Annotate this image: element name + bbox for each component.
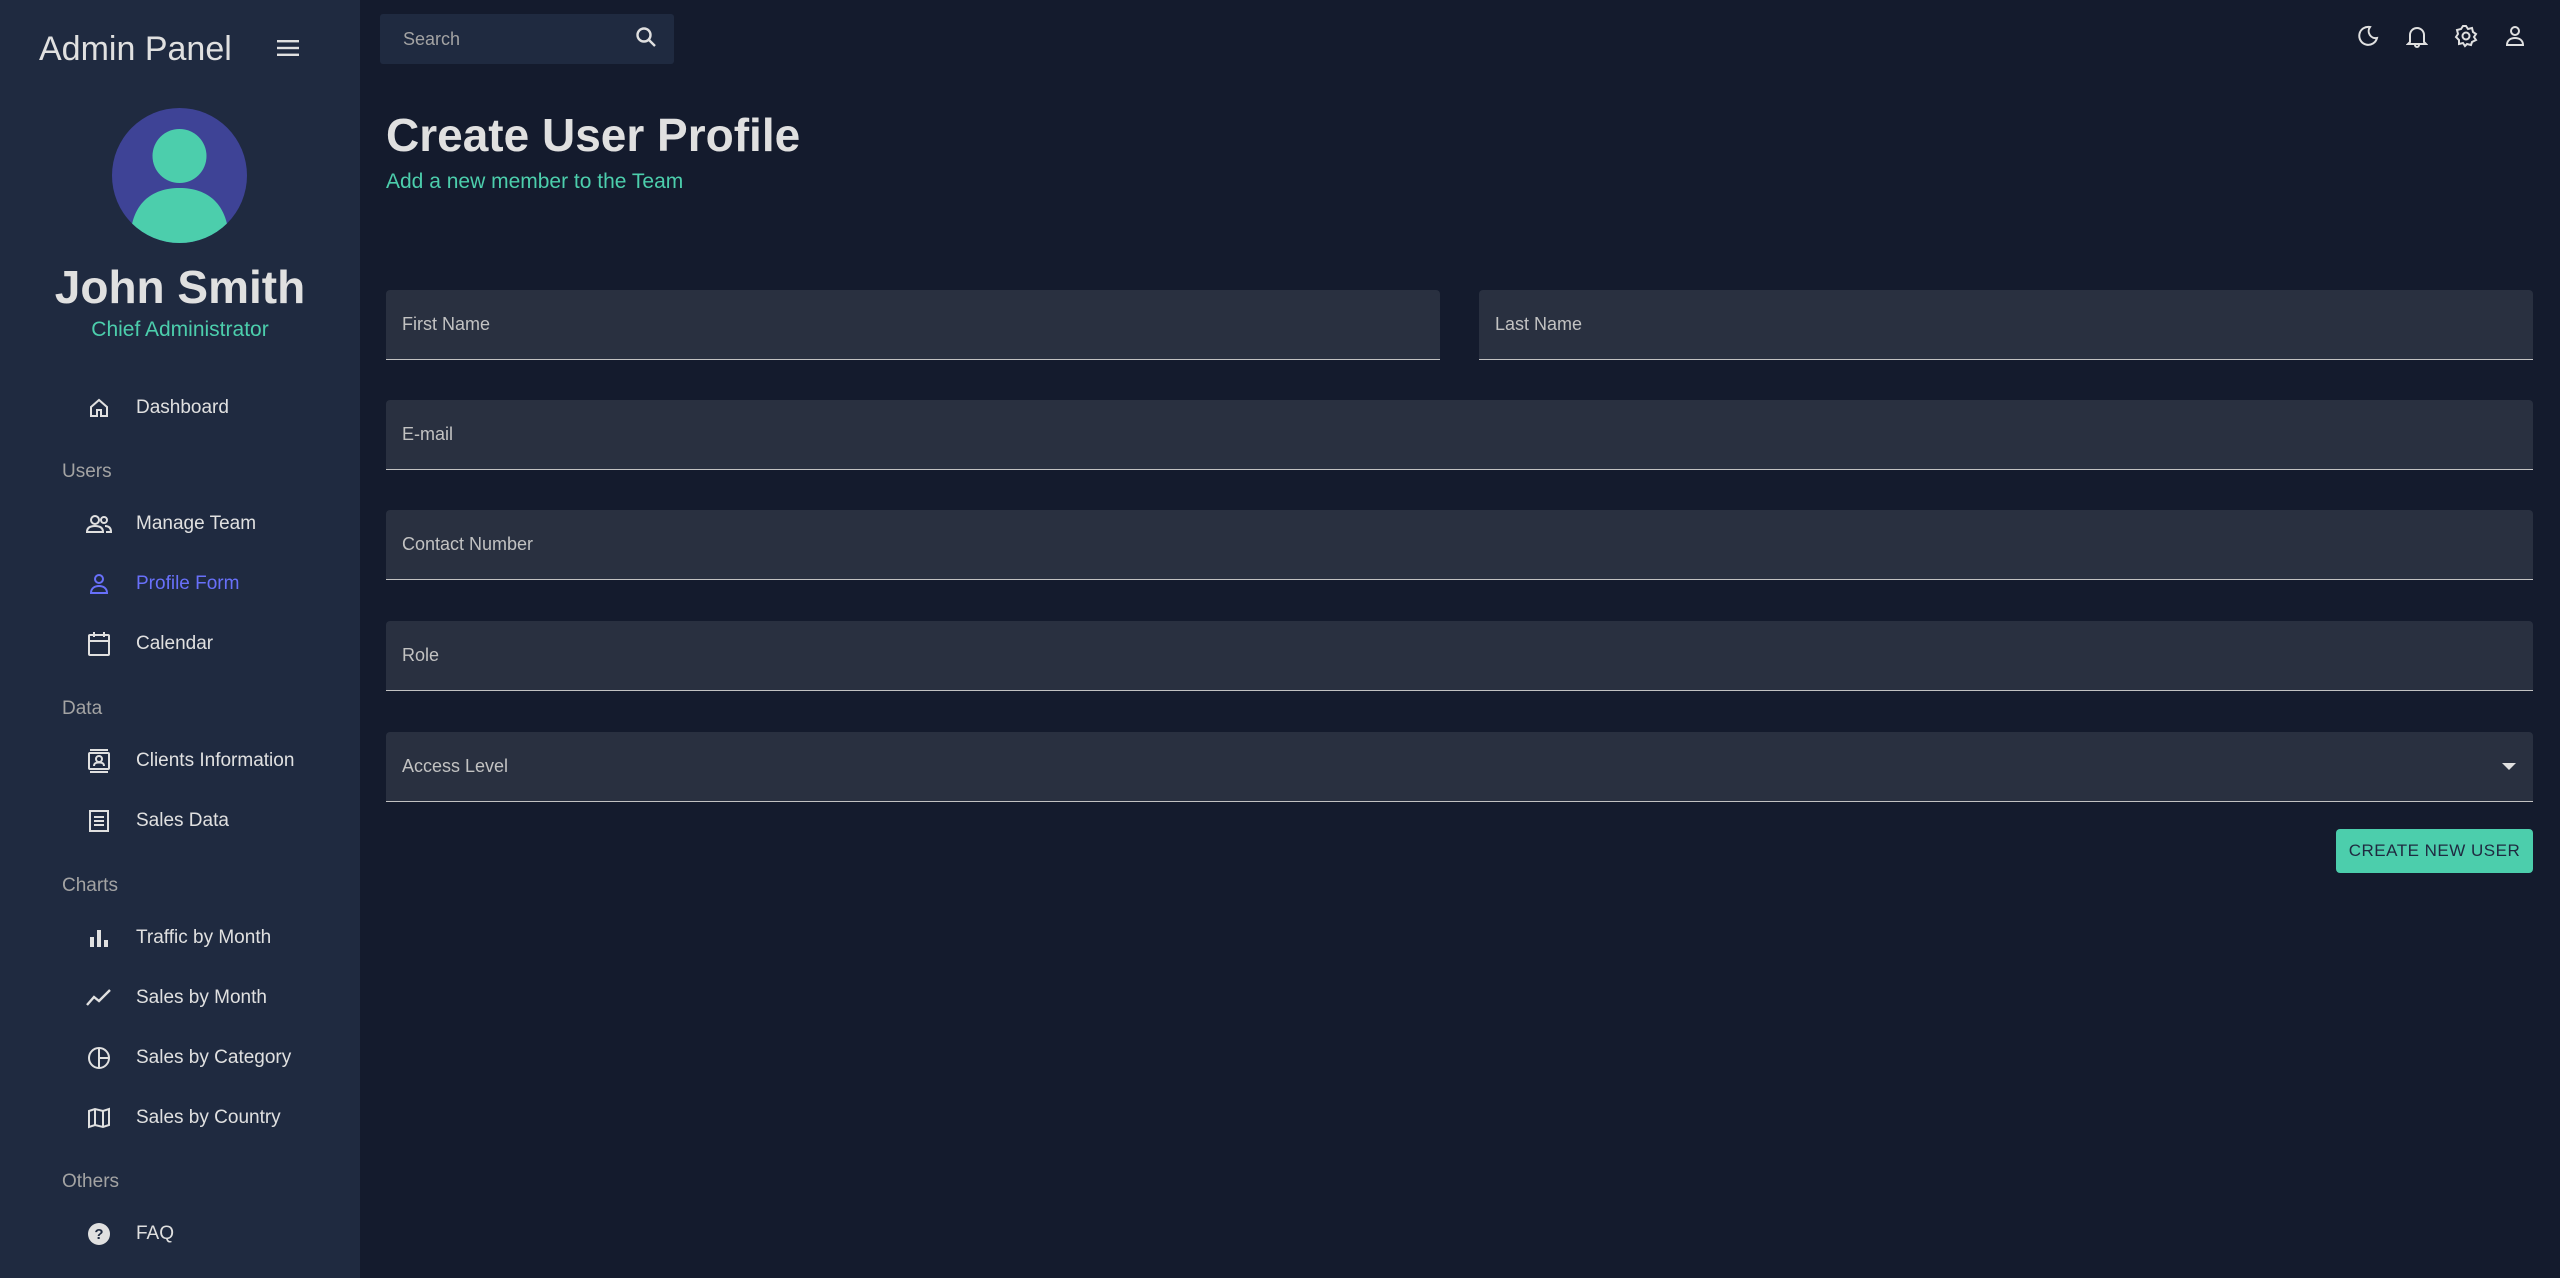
home-icon: [84, 393, 114, 423]
first-name-field: [386, 290, 1440, 360]
app-title: Admin Panel: [39, 30, 232, 68]
sidebar-item-label: Manage Team: [136, 513, 257, 534]
sidebar-item-faq[interactable]: ? FAQ: [0, 1208, 360, 1260]
sidebar-item-label: Sales Data: [136, 810, 229, 831]
access-level-select[interactable]: Access Level: [386, 732, 2533, 801]
search-button[interactable]: [630, 24, 662, 54]
sidebar-item-sales-by-month[interactable]: Sales by Month: [0, 972, 360, 1024]
notifications-button[interactable]: [2401, 22, 2433, 54]
role-input[interactable]: [386, 621, 2533, 690]
hamburger-icon: [277, 39, 299, 61]
sidebar-item-label: Sales by Category: [136, 1047, 292, 1068]
sidebar-header: Admin Panel: [0, 0, 360, 100]
svg-text:?: ?: [94, 1226, 103, 1243]
help-icon: ?: [84, 1219, 114, 1249]
sidebar-item-label: Sales by Country: [136, 1107, 281, 1128]
section-title-users: Users: [62, 461, 112, 482]
sidebar-item-calendar[interactable]: Calendar: [0, 618, 360, 670]
map-icon: [84, 1103, 114, 1133]
sidebar-item-label: Dashboard: [136, 397, 229, 418]
search-icon: [635, 26, 657, 53]
sidebar-item-label: Calendar: [136, 633, 214, 654]
bar-chart-icon: [84, 923, 114, 953]
role-field: [386, 621, 2533, 691]
sidebar-item-label: Traffic by Month: [136, 927, 272, 948]
section-title-charts: Charts: [62, 875, 118, 896]
calendar-icon: [84, 629, 114, 659]
sidebar-item-label: FAQ: [136, 1223, 175, 1244]
section-title-others: Others: [62, 1171, 120, 1192]
people-icon: [84, 509, 114, 539]
sidebar-item-traffic-by-month[interactable]: Traffic by Month: [0, 912, 360, 964]
sidebar-item-sales-by-country[interactable]: Sales by Country: [0, 1092, 360, 1144]
pie-chart-icon: [84, 1043, 114, 1073]
account-button[interactable]: [2499, 22, 2531, 54]
page-title: Create User Profile: [386, 109, 801, 161]
caret-down-icon: [2499, 757, 2519, 777]
menu-toggle-button[interactable]: [272, 36, 304, 64]
contact-number-input[interactable]: [386, 510, 2533, 579]
notifications-icon: [2405, 24, 2429, 53]
contact-field: [386, 510, 2533, 580]
search-bar: [380, 14, 674, 64]
sidebar-item-label: Clients Information: [136, 750, 295, 771]
sidebar-item-label: Sales by Month: [136, 987, 267, 1008]
dark-mode-icon: [2356, 24, 2380, 53]
sidebar-item-clients-information[interactable]: Clients Information: [0, 735, 360, 787]
profile-role: Chief Administrator: [91, 318, 269, 341]
sidebar-item-sales-by-category[interactable]: Sales by Category: [0, 1032, 360, 1084]
first-name-input[interactable]: [386, 290, 1440, 359]
sidebar-item-manage-team[interactable]: Manage Team: [0, 498, 360, 550]
profile-name: John Smith: [54, 261, 306, 313]
email-input[interactable]: [386, 400, 2533, 469]
person-icon: [84, 569, 114, 599]
account-icon: [2504, 25, 2526, 52]
access-level-field: Access Level: [386, 732, 2533, 802]
settings-icon: [2454, 24, 2478, 53]
sidebar: Admin Panel John Smith Chief Administrat…: [0, 0, 360, 1278]
last-name-field: [1479, 290, 2533, 360]
avatar: [112, 108, 247, 243]
create-new-user-button[interactable]: CREATE NEW USER: [2336, 829, 2533, 873]
dark-mode-toggle[interactable]: [2352, 22, 2384, 54]
email-field: [386, 400, 2533, 470]
receipt-icon: [84, 806, 114, 836]
sidebar-item-profile-form[interactable]: Profile Form: [0, 558, 360, 610]
settings-button[interactable]: [2450, 22, 2482, 54]
sidebar-item-sales-data[interactable]: Sales Data: [0, 795, 360, 847]
last-name-input[interactable]: [1479, 290, 2533, 359]
sidebar-item-dashboard[interactable]: Dashboard: [0, 382, 360, 434]
search-input[interactable]: [380, 14, 620, 64]
contacts-icon: [84, 746, 114, 776]
sidebar-item-label: Profile Form: [136, 573, 240, 594]
line-chart-icon: [84, 983, 114, 1013]
section-title-data: Data: [62, 698, 103, 719]
page-subtitle: Add a new member to the Team: [386, 170, 684, 193]
